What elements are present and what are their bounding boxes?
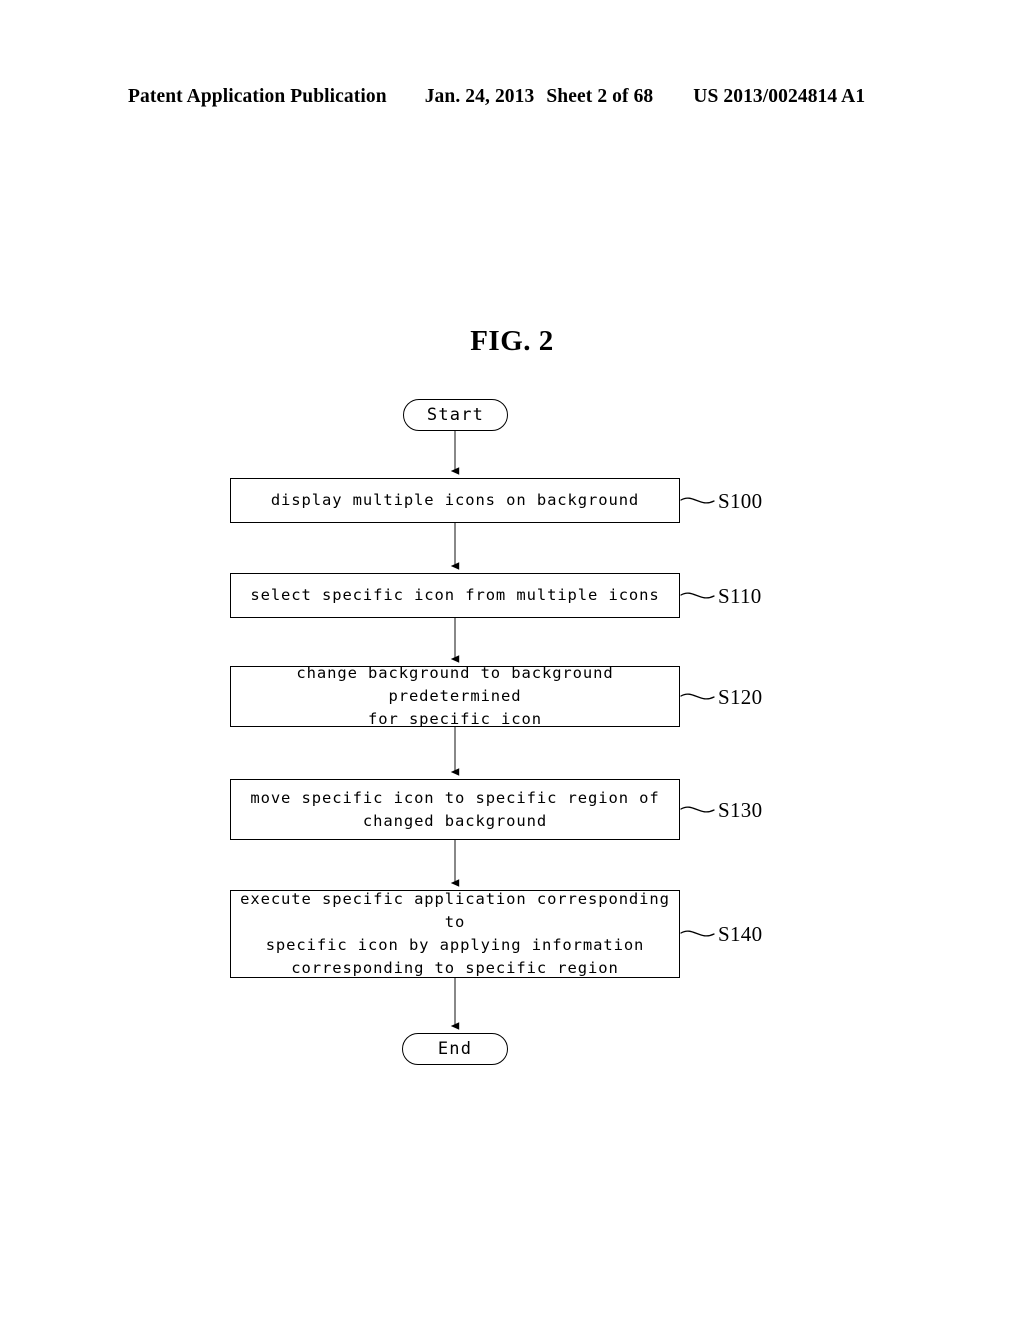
process-box-s100-text: display multiple icons on background (270, 491, 640, 509)
process-box-s110-text: select specific icon from multiple icons (250, 586, 660, 604)
process-box-s130: move specific icon to specific region of… (230, 779, 680, 840)
step-reference-s130: S130 (718, 798, 763, 822)
process-box-s130-text: move specific icon to specific region of… (250, 788, 660, 830)
process-box-s120: change background to background predeter… (230, 664, 680, 728)
step-reference-s110: S110 (718, 584, 762, 608)
process-box-s110: select specific icon from multiple icons (230, 573, 680, 618)
leader-s120 (680, 693, 715, 700)
leader-s140 (680, 930, 715, 937)
leader-s110 (680, 592, 715, 599)
process-box-s140: execute specific application correspondi… (230, 890, 680, 978)
flowchart-start-node: Start (403, 399, 508, 431)
step-reference-s140: S140 (718, 922, 763, 946)
process-box-s100: display multiple icons on background (230, 478, 680, 523)
flowchart-connectors (450, 431, 715, 1030)
process-box-s120-text: change background to background predeter… (296, 664, 614, 728)
leader-s100 (680, 497, 715, 504)
process-box-s140-text: execute specific application correspondi… (240, 890, 670, 977)
start-node-label: Start (426, 405, 485, 425)
end-node-label: End (437, 1039, 473, 1059)
flowchart-diagram: Start display multiple icons on backgrou… (0, 0, 1024, 1320)
step-reference-s100: S100 (718, 489, 763, 513)
step-reference-s120: S120 (718, 685, 763, 709)
leader-s130 (680, 806, 715, 813)
flowchart-end-node: End (402, 1033, 508, 1065)
